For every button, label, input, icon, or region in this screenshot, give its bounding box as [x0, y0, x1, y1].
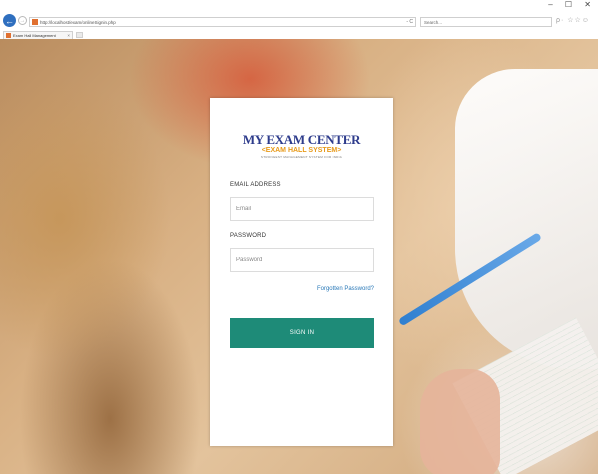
logo-tagline: STRONGEST MANAGEMENT SYSTEM FOR INDIA: [260, 155, 343, 159]
browser-toolbar-icons[interactable]: ρ· ☆☆☺: [556, 16, 590, 24]
tab-title: Exam Hall Management: [13, 33, 56, 38]
url-text[interactable]: http://localhost/exam/onlineSignin.php: [40, 20, 116, 25]
background-hand: [420, 369, 500, 474]
logo-title: MY EXAM CENTER: [242, 132, 361, 147]
exam-center-logo: MY EXAM CENTER <EXAM HALL SYSTEM> STRONG…: [210, 133, 393, 160]
tab-close-icon[interactable]: ×: [67, 33, 70, 38]
tab-strip: Exam Hall Management ×: [0, 30, 598, 39]
sign-in-button[interactable]: SIGN IN: [230, 318, 374, 348]
new-tab-button[interactable]: [76, 32, 83, 38]
email-label: EMAIL ADDRESS: [230, 182, 281, 188]
browser-search-box[interactable]: Search...: [420, 17, 552, 27]
browser-toolbar: – ☐ ✕ ← → http://localhost/exam/onlineSi…: [0, 0, 598, 30]
email-field[interactable]: [230, 197, 374, 221]
page-favicon-icon: [32, 19, 38, 25]
tab-favicon-icon: [6, 33, 11, 38]
password-label: PASSWORD: [230, 233, 267, 239]
forgot-password-link[interactable]: Forgotten Password?: [317, 286, 374, 292]
forward-arrow-icon[interactable]: →: [18, 16, 27, 25]
address-bar[interactable]: http://localhost/exam/onlineSignin.php: [29, 17, 416, 27]
refresh-controls[interactable]: - C: [384, 17, 416, 27]
browser-tab[interactable]: Exam Hall Management ×: [3, 31, 73, 39]
password-field[interactable]: [230, 248, 374, 272]
window-controls[interactable]: – ☐ ✕: [548, 0, 596, 9]
login-card: MY EXAM CENTER <EXAM HALL SYSTEM> STRONG…: [210, 98, 393, 446]
logo-subtitle: <EXAM HALL SYSTEM>: [261, 147, 342, 154]
back-arrow-icon[interactable]: ←: [3, 14, 16, 27]
